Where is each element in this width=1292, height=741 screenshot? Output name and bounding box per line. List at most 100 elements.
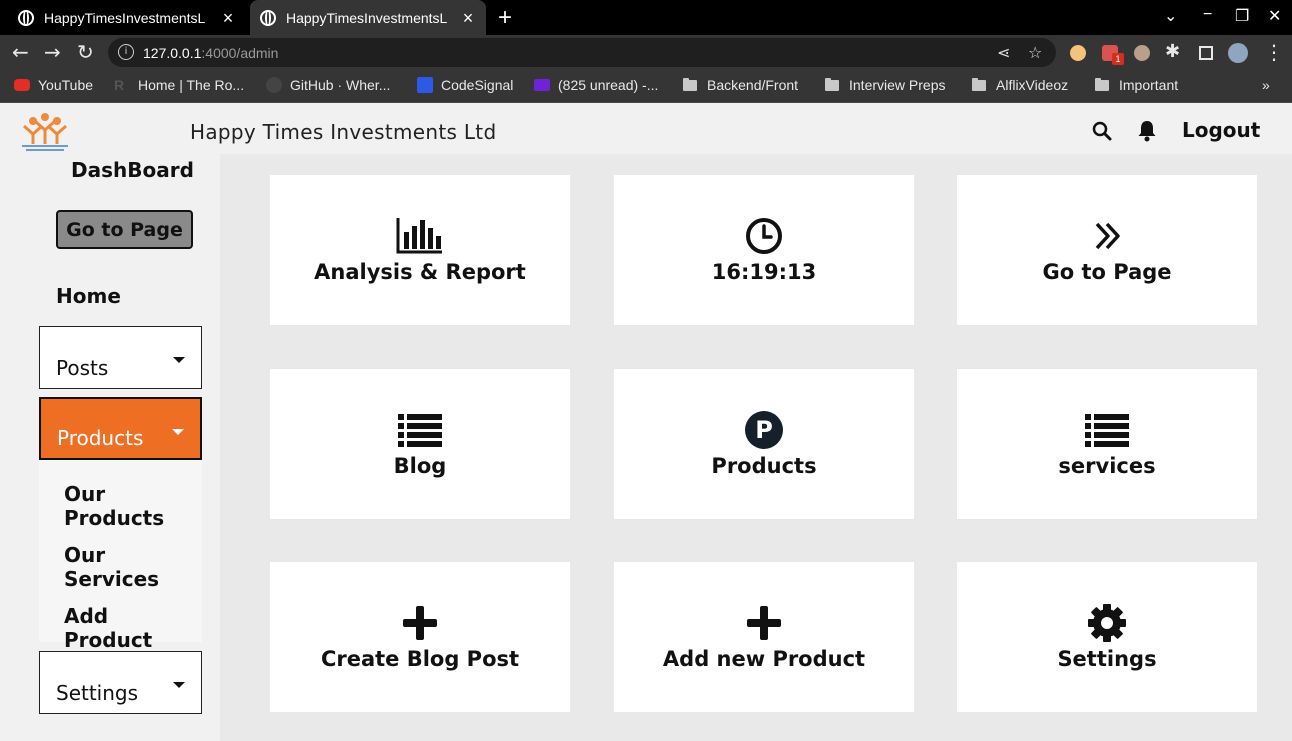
bookmark-star-icon[interactable]: ☆ [1028, 43, 1042, 62]
folder-icon [825, 77, 839, 91]
codesignal-icon [417, 77, 433, 93]
sidebar-dashboard-title: DashBoard [71, 158, 194, 182]
mail-icon [534, 79, 550, 91]
plus-icon [403, 606, 437, 640]
tab-search-icon[interactable]: ⌄ [1164, 6, 1177, 26]
globe-icon [18, 9, 34, 26]
card-label: Add new Product [662, 647, 866, 671]
folder-icon [683, 77, 697, 91]
close-tab-icon[interactable]: × [460, 9, 476, 27]
sidebar-item-label: Settings [56, 681, 139, 705]
card-label: Products [711, 454, 817, 478]
browser-tab[interactable]: HappyTimesInvestmentsL × [8, 0, 246, 35]
menu-kebab-icon[interactable]: ⋮ [1264, 41, 1284, 63]
extension-icon[interactable] [1070, 45, 1086, 61]
sidebar-item-home[interactable]: Home [56, 284, 121, 308]
logo[interactable] [20, 112, 70, 154]
share-icon[interactable]: ⋖ [997, 43, 1010, 62]
svg-text:P: P [755, 416, 773, 444]
bookmark-mail[interactable]: (825 unread) -... [534, 77, 658, 93]
card-label: Create Blog Post [320, 647, 520, 671]
card-settings[interactable]: Settings [957, 562, 1257, 712]
card-label: 16:19:13 [711, 260, 817, 284]
bookmark-github[interactable]: GitHub · Wher... [266, 77, 390, 93]
new-tab-button[interactable]: + [498, 4, 512, 32]
youtube-icon [14, 79, 30, 91]
site-header: Happy Times Investments Ltd Logout [0, 104, 1292, 154]
forward-icon[interactable]: → [44, 41, 61, 63]
card-create-blog-post[interactable]: Create Blog Post [270, 562, 570, 712]
sidebar-item-label: Products [57, 426, 144, 450]
r-icon: R [114, 77, 125, 93]
browser-toolbar: ← → ↻ i 127.0.0.1:4000/admin ⋖ ☆ 1 ✱ ⋮ [0, 35, 1292, 70]
bell-icon[interactable] [1137, 120, 1157, 142]
caret-down-icon [173, 357, 185, 363]
reload-icon[interactable]: ↻ [77, 41, 94, 63]
sidebar-dropdown-settings[interactable]: Settings [39, 651, 202, 714]
products-submenu: Our Products Our Services Add Product [39, 460, 202, 652]
product-p-icon: P [745, 411, 783, 449]
sidebar-dropdown-posts[interactable]: Posts [39, 326, 202, 389]
card-label: services [1058, 454, 1156, 478]
bookmark-folder[interactable]: AlflixVideoz [972, 77, 1068, 93]
submenu-item-our-products[interactable]: Our Products [64, 482, 202, 530]
site-info-icon[interactable]: i [118, 44, 134, 60]
logout-link[interactable]: Logout [1182, 118, 1260, 142]
site-title: Happy Times Investments Ltd [190, 120, 497, 144]
sidebar-dropdown-products[interactable]: Products [39, 397, 202, 460]
sidebar: DashBoard Go to Page Home Posts Products… [0, 154, 220, 741]
bookmark-youtube[interactable]: YouTube [14, 77, 93, 93]
extension-badge: 1 [1112, 53, 1124, 65]
back-icon[interactable]: ← [12, 41, 29, 63]
bookmark-folder[interactable]: Backend/Front [683, 77, 798, 93]
card-add-new-product[interactable]: Add new Product [614, 562, 914, 712]
minimize-icon[interactable]: − [1203, 6, 1212, 24]
profile-avatar[interactable] [1228, 43, 1248, 63]
bar-chart-icon [396, 218, 442, 254]
bookmark-folder[interactable]: Important [1095, 77, 1178, 93]
more-bookmarks-icon[interactable]: » [1262, 77, 1270, 93]
tab-title: HappyTimesInvestmentsL [44, 9, 206, 26]
caret-down-icon [173, 682, 185, 688]
card-clock[interactable]: 16:19:13 [614, 175, 914, 325]
github-icon [266, 77, 282, 93]
search-icon[interactable] [1092, 121, 1112, 141]
folder-icon [1095, 77, 1109, 91]
card-label: Go to Page [1042, 260, 1172, 284]
card-label: Blog [393, 454, 447, 478]
globe-icon [260, 9, 276, 26]
card-label: Settings [1057, 647, 1157, 671]
bookmark-codesignal[interactable]: CodeSignal [417, 77, 513, 93]
browser-tab-active[interactable]: HappyTimesInvestmentsL × [250, 0, 486, 35]
double-chevron-right-icon [1095, 222, 1120, 250]
folder-icon [972, 77, 986, 91]
close-tab-icon[interactable]: × [220, 9, 236, 27]
close-window-icon[interactable]: ✕ [1268, 6, 1281, 26]
bookmark-folder[interactable]: Interview Preps [825, 77, 945, 93]
submenu-item-add-product[interactable]: Add Product [64, 604, 202, 652]
dashboard-grid: Analysis & Report 16:19:13 Go to Page Bl… [220, 154, 1292, 741]
side-panel-icon[interactable] [1199, 46, 1213, 60]
goto-page-button[interactable]: Go to Page [56, 210, 193, 249]
tab-title: HappyTimesInvestmentsL [286, 9, 448, 26]
admin-page: Happy Times Investments Ltd Logout DashB… [0, 104, 1292, 741]
card-blog[interactable]: Blog [270, 369, 570, 519]
extension-icon[interactable] [1134, 45, 1150, 61]
list-icon [1085, 414, 1129, 447]
address-bar[interactable]: i 127.0.0.1:4000/admin ⋖ ☆ [108, 38, 1056, 67]
card-analysis-report[interactable]: Analysis & Report [270, 175, 570, 325]
card-products[interactable]: P Products [614, 369, 914, 519]
card-label: Analysis & Report [314, 260, 526, 284]
submenu-item-our-services[interactable]: Our Services [64, 543, 202, 591]
clock-icon [746, 218, 782, 254]
restore-icon[interactable]: ❐ [1235, 6, 1249, 26]
card-services[interactable]: services [957, 369, 1257, 519]
url-text[interactable]: 127.0.0.1:4000/admin [143, 45, 278, 61]
sidebar-item-label: Posts [56, 356, 109, 380]
card-go-to-page[interactable]: Go to Page [957, 175, 1257, 325]
gear-icon [1088, 604, 1126, 642]
puzzle-icon[interactable]: ✱ [1165, 41, 1180, 63]
bookmarks-bar: YouTube R Home | The Ro... GitHub · Wher.… [0, 70, 1292, 103]
bookmark-home[interactable]: R Home | The Ro... [114, 77, 244, 93]
list-icon [398, 414, 442, 447]
